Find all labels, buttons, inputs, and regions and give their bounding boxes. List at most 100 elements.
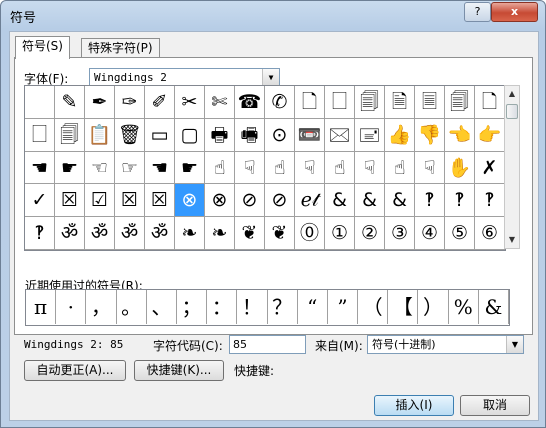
recent-symbol-cell[interactable]: （ [358,290,389,324]
symbol-cell[interactable]: ❦ [235,217,265,250]
symbol-cell[interactable]: ❧ [175,217,205,250]
symbol-cell[interactable]: ✗ [475,151,505,185]
recent-symbol-cell[interactable]: ！ [237,290,268,324]
symbol-cell[interactable]: 👍 [385,118,415,152]
recent-symbols-row[interactable]: π ·，。、；：！？ “” （【）% & [25,289,510,326]
symbol-cell[interactable]: ❦ [265,217,295,250]
symbol-cell[interactable]: ⊘ [235,184,265,218]
recent-symbol-cell[interactable]: ： [207,290,238,324]
symbol-cell[interactable]: ✎ [55,86,85,119]
symbol-cell[interactable]: & [355,184,385,218]
symbol-cell[interactable]: ✄ [205,86,235,119]
symbol-cell[interactable]: 🗋 [295,86,325,119]
symbol-cell[interactable]: ☒ [145,184,175,218]
close-button[interactable]: x [491,2,538,22]
symbol-cell[interactable]: ॐ [145,217,175,250]
from-select[interactable]: 符号(十进制) ▼ [367,335,524,354]
symbol-cell[interactable]: ॐ [115,217,145,250]
symbol-cell[interactable]: ③ [385,217,415,250]
symbol-cell[interactable]: ☟ [355,151,385,185]
recent-symbol-cell[interactable]: ） [418,290,449,324]
symbol-cell[interactable]: 📼 [295,118,325,152]
symbol-cell[interactable]: ① [325,217,355,250]
symbol-cell[interactable]: ▢ [175,118,205,152]
symbol-cell[interactable]: ‽ [475,184,505,218]
symbol-cell[interactable]: ☝ [265,151,295,185]
symbol-cell[interactable]: 🗌 [325,86,355,119]
recent-symbol-cell[interactable]: 【 [388,290,419,324]
char-code-input[interactable]: 85 [229,335,306,354]
shortcut-key-button[interactable]: 快捷键(K)... [134,360,224,381]
recent-symbol-cell[interactable]: ； [177,290,208,324]
symbol-cell[interactable]: ☛ [175,151,205,185]
chevron-down-icon[interactable]: ▼ [262,69,279,85]
symbol-cell[interactable]: ☜ [85,151,115,185]
autocorrect-button[interactable]: 自动更正(A)... [24,360,126,381]
font-select[interactable]: Wingdings 2 ▼ [89,68,280,86]
symbol-grid[interactable]: ✎ ✒ ✑ ✐ ✂ ✄ ☎ ✆ 🗋 🗌 🗐 🗎 🗏 🗐 🗋 🗌 🗐 📋 🗑 ▭ ▢ 🖶 🖷 ⊙ 📼 🖂 🖃 👍 👎 👈 👉 ☚ ☛ ☜ ☞ ☚ ☛ ☝ ☟ ☝… [24,85,506,251]
symbol-cell[interactable]: ☞ [115,151,145,185]
symbol-cell[interactable]: ✋ [445,151,475,185]
symbol-cell[interactable]: 🖶 [205,118,235,152]
symbol-cell[interactable]: & [325,184,355,218]
symbol-cell[interactable]: 🖃 [355,118,385,152]
symbol-cell[interactable]: ✐ [145,86,175,119]
symbol-cell[interactable]: ☎ [235,86,265,119]
tab-special-characters[interactable]: 特殊字符(P) [81,38,160,58]
title-bar[interactable]: 符号 ? x [1,1,545,29]
insert-button[interactable]: 插入(I) [374,395,454,416]
scroll-thumb[interactable] [506,104,518,119]
symbol-cell[interactable]: 🖷 [235,118,265,152]
symbol-cell[interactable]: ✓ [25,184,55,218]
symbol-grid-scrollbar[interactable]: ▲ ▼ [504,85,520,249]
symbol-cell[interactable]: ‽ [445,184,475,218]
symbol-cell[interactable]: ⊗ [205,184,235,218]
symbol-cell[interactable]: ☟ [415,151,445,185]
symbol-cell[interactable]: ☟ [235,151,265,185]
symbol-cell[interactable]: 📋 [85,118,115,152]
symbol-cell[interactable]: ☝ [385,151,415,185]
symbol-cell[interactable]: ☝ [205,151,235,185]
symbol-cell[interactable]: ⊗ [175,184,205,218]
symbol-cell[interactable]: 👎 [415,118,445,152]
symbol-cell[interactable]: 🗋 [475,86,505,119]
recent-symbol-cell[interactable]: ” [328,290,359,324]
recent-symbol-cell[interactable]: 、 [147,290,177,324]
recent-symbol-cell[interactable]: · [56,290,87,324]
recent-symbol-cell[interactable]: % [449,290,479,324]
symbol-cell[interactable]: ② [355,217,385,250]
chevron-down-icon[interactable]: ▼ [506,336,523,353]
symbol-cell[interactable]: ‽ [25,217,55,250]
symbol-cell[interactable]: ✂ [175,86,205,119]
symbol-cell[interactable]: ⓪ [295,217,325,250]
cancel-button[interactable]: 取消 [460,395,530,416]
symbol-cell[interactable]: 🗐 [55,118,85,152]
symbol-cell[interactable]: ✑ [115,86,145,119]
symbol-cell[interactable]: ☟ [295,151,325,185]
symbol-cell[interactable]: ‽ [415,184,445,218]
symbol-cell[interactable]: ❧ [205,217,235,250]
scroll-up-icon[interactable]: ▲ [505,86,519,102]
symbol-cell[interactable]: ☛ [55,151,85,185]
symbol-cell[interactable]: 👈 [445,118,475,152]
symbol-cell[interactable]: ▭ [145,118,175,152]
symbol-cell[interactable]: ☚ [25,151,55,185]
symbol-cell[interactable]: 🗌 [25,118,55,152]
recent-symbol-cell[interactable]: & [479,290,509,324]
symbol-cell[interactable]: ⑥ [475,217,505,250]
symbol-cell[interactable]: 🗐 [445,86,475,119]
symbol-cell[interactable]: ⊙ [265,118,295,152]
symbol-cell[interactable] [25,86,55,119]
symbol-cell[interactable]: ॐ [55,217,85,250]
symbol-cell[interactable]: 🗎 [385,86,415,119]
symbol-cell[interactable]: ॐ [85,217,115,250]
symbol-cell[interactable]: 🗏 [415,86,445,119]
symbol-cell[interactable]: & [385,184,415,218]
symbol-cell[interactable]: ✆ [265,86,295,119]
tab-symbols[interactable]: 符号(S) [15,36,70,59]
symbol-cell[interactable]: ☝ [325,151,355,185]
symbol-cell[interactable]: 🖂 [325,118,355,152]
symbol-cell[interactable]: 🗐 [355,86,385,119]
recent-symbol-cell[interactable]: ？ [268,290,298,324]
symbol-cell[interactable]: 🗑 [115,118,145,152]
